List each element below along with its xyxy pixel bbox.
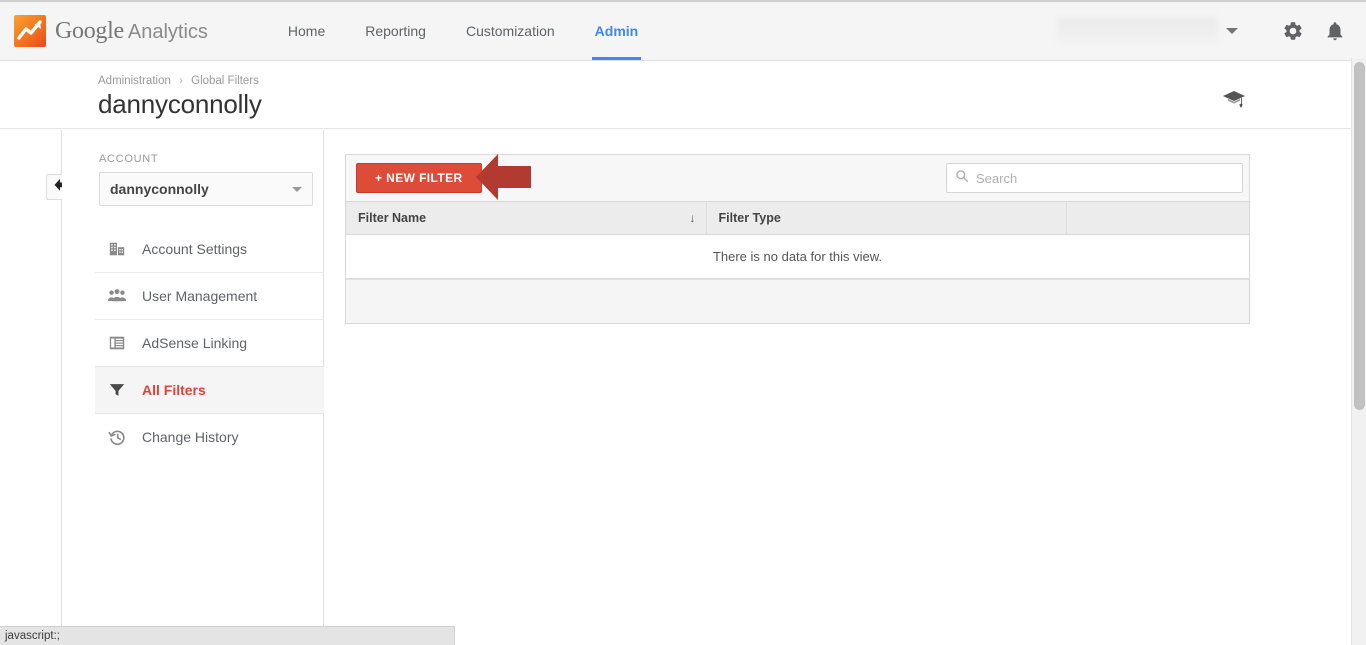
caret-down-icon[interactable]: [1226, 28, 1238, 34]
list-panel-icon: [104, 334, 130, 352]
tab-reporting[interactable]: Reporting: [345, 2, 446, 60]
analytics-logo-icon: [14, 15, 46, 47]
chevron-down-icon: [292, 186, 302, 192]
people-icon: [104, 287, 130, 305]
sidebar-item-user-management-label: User Management: [142, 288, 258, 304]
vertical-scrollbar-thumb[interactable]: [1354, 62, 1365, 410]
search-box[interactable]: [946, 163, 1243, 193]
bell-icon[interactable]: [1322, 18, 1348, 44]
search-icon: [955, 169, 969, 188]
page-title: dannyconnolly: [98, 89, 262, 119]
graduation-cap-icon[interactable]: [1222, 89, 1246, 114]
building-icon: [104, 240, 130, 258]
tab-home-label: Home: [287, 23, 326, 39]
page-header: Administration › Global Filters dannycon…: [0, 61, 1351, 129]
sidebar-item-user-management[interactable]: User Management: [95, 272, 324, 319]
tab-admin-label: Admin: [594, 23, 639, 39]
account-email-redacted: [1058, 18, 1218, 44]
browser-status-bar: javascript:;: [0, 626, 455, 645]
top-navigation-bar: Google Analytics Home Reporting Customiza…: [0, 0, 1366, 61]
sidebar-item-account-settings-label: Account Settings: [142, 240, 248, 257]
empty-state-message: There is no data for this view.: [346, 234, 1249, 279]
brand-google: Google: [55, 17, 124, 44]
sort-descending-icon: ↓: [689, 210, 696, 225]
clock-revert-icon: [104, 428, 130, 447]
column-header-filter-name[interactable]: Filter Name ↓: [346, 202, 707, 235]
filters-panel-footer: [346, 278, 1249, 323]
sidebar-item-adsense-linking-label: AdSense Linking: [142, 335, 248, 351]
breadcrumb-administration[interactable]: Administration: [98, 75, 171, 87]
column-header-filter-type[interactable]: Filter Type: [706, 202, 1067, 235]
new-filter-button[interactable]: + NEW FILTER: [356, 163, 482, 193]
breadcrumb-separator: ›: [179, 75, 183, 87]
top-nav-right-cluster: [1058, 18, 1366, 44]
breadcrumb-global-filters[interactable]: Global Filters: [191, 75, 259, 87]
brand-wordmark: Google Analytics: [55, 18, 208, 45]
account-selector[interactable]: dannyconnolly: [99, 172, 313, 206]
tab-customization-label: Customization: [465, 23, 555, 39]
sidebar-item-adsense-linking[interactable]: AdSense Linking: [95, 319, 324, 366]
sidebar-item-change-history-label: Change History: [142, 429, 239, 445]
column-header-filter-type-label: Filter Type: [718, 210, 781, 225]
sidebar-item-all-filters[interactable]: All Filters: [95, 366, 332, 413]
primary-tabs: Home Reporting Customization Admin: [268, 2, 658, 60]
account-selector-value: dannyconnolly: [110, 181, 209, 197]
table-empty-row: There is no data for this view.: [346, 234, 1249, 279]
sidebar-item-account-settings[interactable]: Account Settings: [95, 225, 324, 272]
tab-customization[interactable]: Customization: [446, 2, 575, 60]
filters-toolbar: + NEW FILTER: [346, 155, 1249, 202]
google-analytics-logo[interactable]: Google Analytics: [14, 15, 208, 47]
filters-table: Filter Name ↓ Filter Type There is no da…: [346, 202, 1249, 279]
admin-sidebar: ACCOUNT dannyconnolly Account Settings U…: [62, 130, 332, 627]
sidebar-menu: Account Settings User Management AdSense…: [95, 225, 332, 460]
tab-home[interactable]: Home: [268, 2, 345, 60]
vertical-scrollbar[interactable]: [1351, 58, 1366, 645]
column-header-filter-name-label: Filter Name: [358, 210, 427, 225]
status-bar-text: javascript:;: [5, 630, 60, 642]
search-input[interactable]: [976, 170, 1234, 186]
brand-analytics: Analytics: [127, 20, 208, 43]
breadcrumb: Administration › Global Filters: [98, 75, 259, 87]
tab-admin[interactable]: Admin: [575, 2, 659, 60]
sidebar-item-all-filters-label: All Filters: [142, 382, 206, 398]
funnel-icon: [104, 381, 130, 399]
table-header-row: Filter Name ↓ Filter Type: [346, 202, 1249, 235]
tab-reporting-label: Reporting: [365, 23, 426, 39]
main-content: + NEW FILTER Filter Name: [324, 130, 1351, 627]
filters-panel: + NEW FILTER Filter Name: [345, 154, 1250, 324]
gear-icon[interactable]: [1280, 18, 1306, 44]
sidebar-item-change-history[interactable]: Change History: [95, 413, 324, 460]
column-header-actions: [1066, 202, 1249, 235]
account-section-label: ACCOUNT: [99, 153, 159, 165]
